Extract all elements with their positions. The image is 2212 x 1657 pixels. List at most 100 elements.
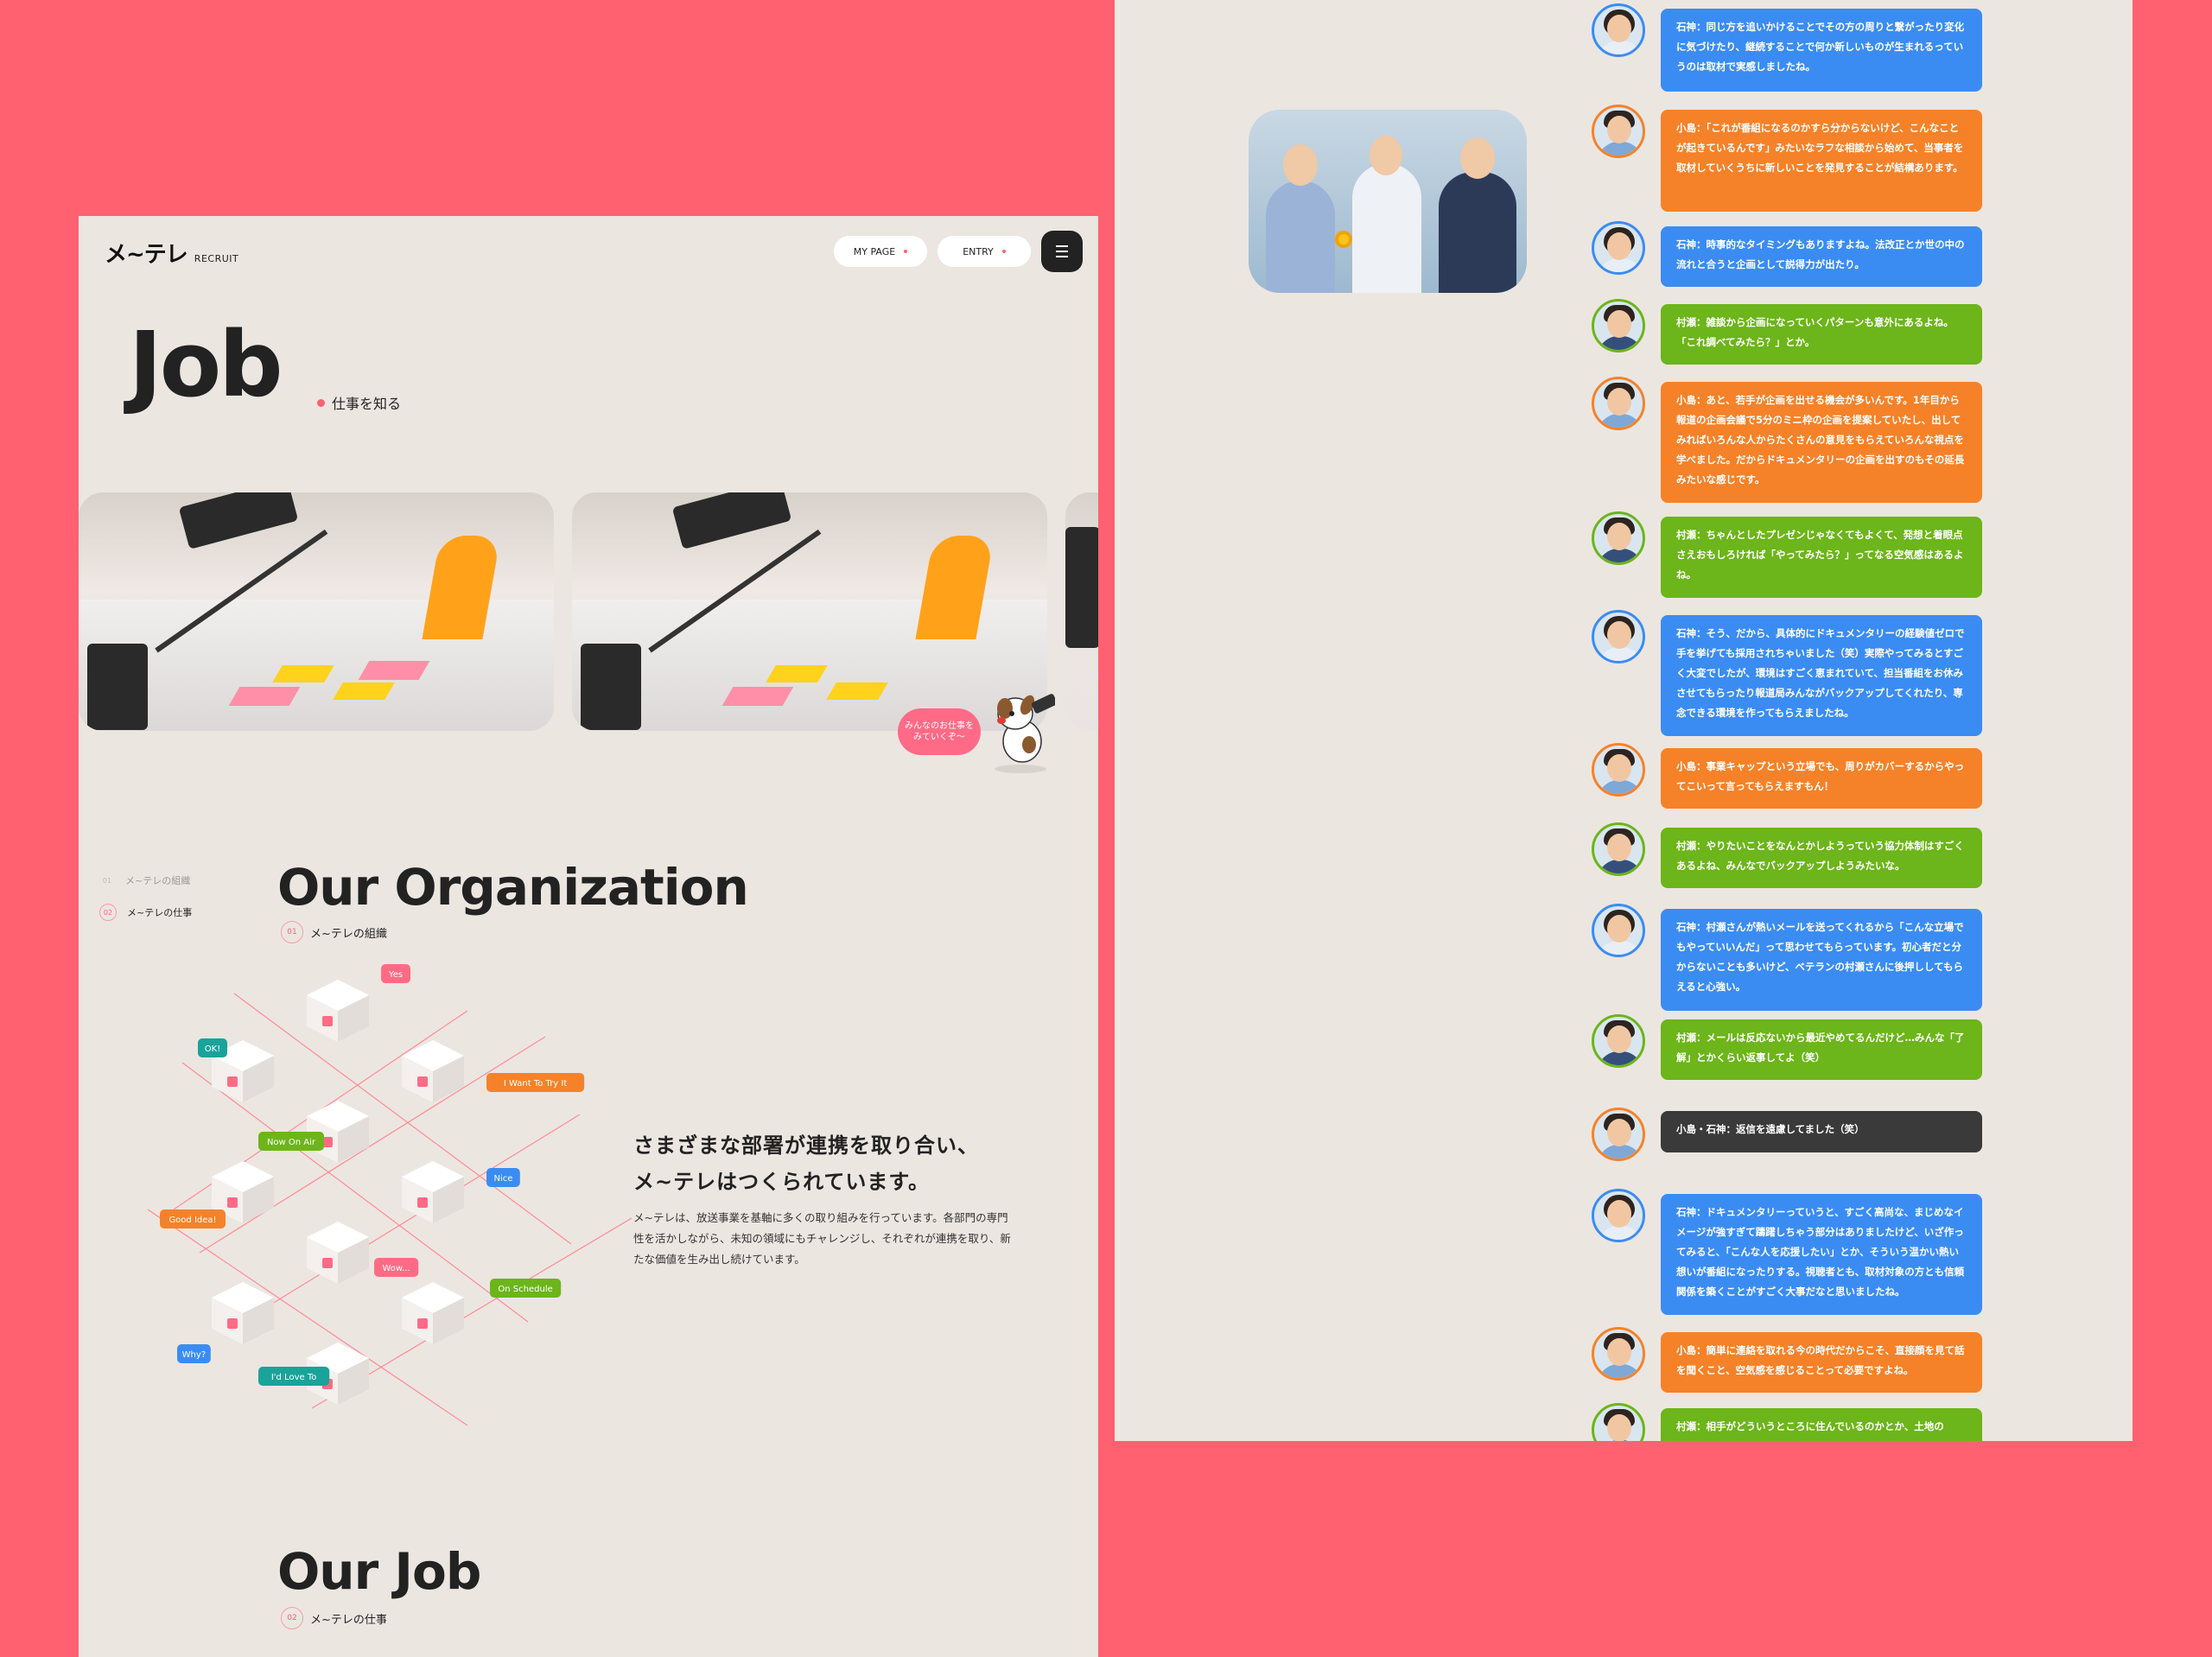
studio-photo	[1065, 492, 1098, 731]
page-title: Job	[129, 312, 283, 417]
avatar-ishigami	[1592, 3, 1645, 57]
org-tag-label: On Schedule	[498, 1285, 552, 1294]
studio-photo	[572, 492, 1047, 731]
mascot-speech-bubble: みんなのお仕事を みていくぞ～	[898, 708, 981, 755]
org-tag: I Want To Try It	[486, 1073, 585, 1092]
chat-message: 小島：事業キャップという立場でも、周りがカバーするからやってこいって言ってもらえ…	[1586, 743, 2000, 809]
side-nav-item-organization[interactable]: 01 メ~テレの組織	[99, 873, 192, 888]
avatar-murase	[1592, 1403, 1645, 1441]
avatar-kojima	[1592, 1327, 1645, 1381]
site-logo[interactable]: メ~テレ RECRUIT	[105, 237, 238, 269]
avatar-kojima	[1592, 743, 1645, 797]
chat-bubble: 石神：そう、だから、具体的にドキュメンタリーの経験値ゼロで手を挙げても採用されち…	[1661, 615, 1982, 736]
side-nav-label: メ~テレの組織	[125, 875, 191, 886]
section-num: 02	[281, 1607, 303, 1629]
organization-body: メ~テレは、放送事業を基軸に多くの取り組みを行っています。各部門の専門性を活かし…	[633, 1211, 1011, 1266]
side-nav-item-job[interactable]: 02 メ~テレの仕事	[99, 904, 192, 921]
org-tag-label: Why?	[182, 1350, 206, 1360]
chat-bubble: 石神：同じ方を追いかけることでその方の周りと繋がったり変化に気づけたり、継続する…	[1661, 9, 1982, 92]
chat-bubble: 小島：あと、若手が企画を出せる機会が多いんです。1年目から報道の企画会議で5分の…	[1661, 382, 1982, 503]
avatar-murase	[1592, 1014, 1645, 1068]
chat-message: 村瀬：ちゃんとしたプレゼンじゃなくてもよくて、発想と着眼点さえおもしろければ「や…	[1586, 511, 2000, 598]
chat-message: 石神：ドキュメンタリーっていうと、すごく高尚な、まじめなイメージが強すぎて躊躇し…	[1586, 1189, 2000, 1315]
chat-bubble: 小島・石神：返信を遠慮してました（笑）	[1661, 1111, 1982, 1152]
my-page-button[interactable]: MY PAGE	[834, 236, 927, 267]
job-title: Our Job	[277, 1542, 481, 1601]
page-subtitle: 仕事を知る	[317, 392, 401, 413]
avatar-ishigami	[1592, 221, 1645, 275]
avatar-murase	[1592, 299, 1645, 352]
org-cube[interactable]	[402, 1282, 464, 1344]
organization-lead-line: メ~テレはつくられています。	[633, 1170, 930, 1194]
chat-message: 小島：あと、若手が企画を出せる機会が多いんです。1年目から報道の企画会議で5分の…	[1586, 377, 2000, 503]
organization-lead-line: さまざまな部署が連携を取り合い、	[633, 1133, 979, 1158]
org-tag-label: OK!	[205, 1044, 220, 1054]
chat-bubble: 石神：時事的なタイミングもありますよね。法改正とか世の中の流れと合うと企画として…	[1661, 226, 1982, 287]
org-tag-label: Good Idea!	[168, 1216, 216, 1225]
chat-message: 石神：村瀬さんが熱いメールを送ってくれるから「こんな立場でもやっていいんだ」って…	[1586, 904, 2000, 1011]
mascot-dog-icon	[995, 694, 1055, 773]
avatar-ishigami	[1592, 904, 1645, 957]
logo-sub: RECRUIT	[194, 253, 239, 264]
dot-icon	[1001, 250, 1006, 253]
chat-message: 村瀬：やりたいことをなんとかしようっていう協力体制はすごくあるよね、みんなでバッ…	[1586, 822, 2000, 888]
chat-message: 石神：時事的なタイミングもありますよね。法改正とか世の中の流れと合うと企画として…	[1586, 221, 2000, 287]
side-nav-label: メ~テレの仕事	[127, 907, 193, 918]
header-nav: MY PAGE ENTRY	[834, 231, 1083, 272]
chat-message: 石神：そう、だから、具体的にドキュメンタリーの経験値ゼロで手を挙げても採用されち…	[1586, 610, 2000, 736]
job-subtitle: 02 メ~テレの仕事	[281, 1607, 387, 1629]
org-tag: OK!	[198, 1038, 227, 1057]
organization-diagram: Yes OK! I Want To Try It Now On Air Nice Good…	[148, 964, 632, 1426]
chat-message: 小島：簡単に連絡を取れる今の時代だからこそ、直接顔を見て話を聞くこと、空気感を感…	[1586, 1327, 2000, 1393]
page-subtitle-text: 仕事を知る	[332, 396, 402, 412]
org-tag: Good Idea!	[160, 1209, 226, 1228]
org-tag: Wow...	[374, 1258, 419, 1277]
org-tag: I'd Love To	[258, 1367, 330, 1386]
dot-icon	[317, 398, 325, 407]
chat-message: 小島：「これが番組になるのかすら分からないけど、こんなことが起きているんです」み…	[1586, 105, 2000, 212]
org-cube[interactable]	[212, 1282, 274, 1344]
my-page-label: MY PAGE	[853, 245, 896, 257]
side-nav-num: 02	[99, 904, 117, 921]
avatar-murase	[1592, 511, 1645, 565]
logo-mark: メ~テレ	[105, 242, 188, 268]
chat-bubble: 村瀬：相手がどういうところに住んでいるのかとか、土地の	[1661, 1408, 1982, 1441]
org-tag: Why?	[177, 1344, 211, 1363]
org-tag-label: Nice	[493, 1174, 512, 1184]
org-tag-label: I Want To Try It	[504, 1079, 567, 1089]
entry-button[interactable]: ENTRY	[938, 236, 1031, 267]
organization-subtitle: 01 メ~テレの組織	[281, 921, 387, 943]
menu-button[interactable]	[1041, 231, 1083, 272]
avatar-ishigami	[1592, 610, 1645, 663]
chat-bubble: 村瀬：メールは反応ないから最近やめてるんだけど…みんな「了解」とかくらい返事して…	[1661, 1019, 1982, 1080]
chat-bubble: 石神：村瀬さんが熱いメールを送ってくれるから「こんな立場でもやっていいんだ」って…	[1661, 909, 1982, 1011]
org-tag-label: I'd Love To	[271, 1373, 317, 1382]
interview-panel: 石神：同じ方を追いかけることでその方の周りと繋がったり変化に気づけたり、継続する…	[1115, 0, 2133, 1441]
organization-title: Our Organization	[277, 858, 749, 917]
org-cube[interactable]	[307, 1222, 369, 1284]
section-side-nav: 01 メ~テレの組織 02 メ~テレの仕事	[99, 873, 192, 936]
organization-lead: さまざまな部署が連携を取り合い、 メ~テレはつくられています。	[633, 1127, 1005, 1200]
chat-bubble: 石神：ドキュメンタリーっていうと、すごく高尚な、まじめなイメージが強すぎて躊躇し…	[1661, 1194, 1982, 1315]
org-cube[interactable]	[307, 980, 369, 1042]
avatar-kojima-ishigami	[1592, 1108, 1645, 1161]
chat-message: 村瀬：雑談から企画になっていくパターンも意外にあるよね。「これ調べてみたら？」と…	[1586, 299, 2000, 365]
chat-bubble: 村瀬：雑談から企画になっていくパターンも意外にあるよね。「これ調べてみたら？」と…	[1661, 304, 1982, 365]
org-tag: On Schedule	[490, 1279, 562, 1298]
section-num: 01	[281, 921, 303, 943]
avatar-kojima	[1592, 377, 1645, 430]
org-tag-label: Now On Air	[267, 1138, 316, 1147]
avatar-murase	[1592, 822, 1645, 876]
hamburger-icon	[1056, 245, 1068, 247]
entry-label: ENTRY	[963, 245, 994, 257]
chat-bubble: 小島：事業キャップという立場でも、周りがカバーするからやってこいって言ってもらえ…	[1661, 748, 1982, 809]
org-tag: Now On Air	[258, 1132, 324, 1151]
chat-message: 村瀬：相手がどういうところに住んでいるのかとか、土地の	[1586, 1403, 2000, 1441]
organization-subtitle-text: メ~テレの組織	[310, 927, 387, 941]
org-cube[interactable]	[402, 1161, 464, 1223]
chat-message: 小島・石神：返信を遠慮してました（笑）	[1586, 1108, 2000, 1161]
chat-bubble: 村瀬：ちゃんとしたプレゼンじゃなくてもよくて、発想と着眼点さえおもしろければ「や…	[1661, 517, 1982, 598]
chat-bubble: 村瀬：やりたいことをなんとかしようっていう協力体制はすごくあるよね、みんなでバッ…	[1661, 828, 1982, 888]
side-nav-num: 01	[102, 876, 112, 885]
studio-photo	[79, 492, 554, 731]
